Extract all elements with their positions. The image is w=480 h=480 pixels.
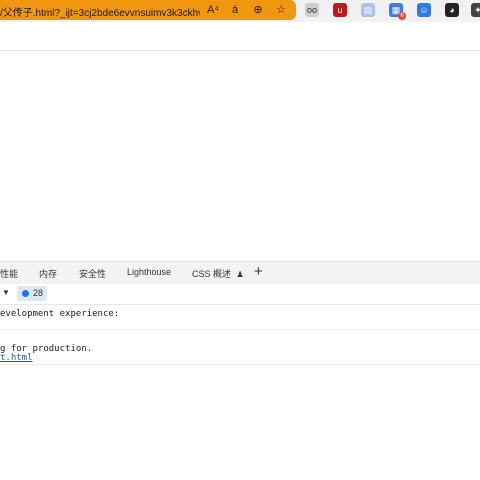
console-divider: [0, 329, 480, 330]
translate-icon[interactable]: á: [228, 3, 242, 17]
page-content: [0, 51, 480, 261]
tab-css-overview[interactable]: CSS 概述 ♟: [192, 267, 244, 280]
profile-extension-icon[interactable]: ☺: [417, 3, 431, 17]
issue-icon: [22, 290, 29, 297]
dropdown-caret-icon[interactable]: ▼: [2, 288, 10, 297]
address-bar[interactable]: /父传子.html?_ijt=3cj2bde6evvnsuimv3k3ckhvu…: [0, 0, 296, 20]
address-url[interactable]: /父传子.html?_ijt=3cj2bde6evvnsuimv3k3ckhvu…: [0, 4, 200, 19]
face-extension-icon[interactable]: ◕: [445, 3, 459, 17]
console-source-link[interactable]: t.html: [0, 353, 480, 363]
game-extension-icon[interactable]: ✦: [471, 3, 480, 17]
add-tab-button[interactable]: +: [254, 264, 263, 280]
tab-css-overview-label: CSS 概述: [192, 269, 232, 279]
experiment-flask-icon: ♟: [236, 270, 244, 279]
issues-count: 28: [33, 288, 44, 298]
tab-performance[interactable]: 性能: [0, 267, 18, 280]
read-aloud-icon[interactable]: A⁴: [206, 3, 220, 17]
devtools-tab-bar: 性能 内存 安全性 Lighthouse CSS 概述 ♟ +: [0, 261, 480, 285]
secondary-toolbar: [0, 22, 480, 51]
console-toolbar: ▼ 28: [0, 284, 480, 305]
ublock-extension-icon[interactable]: u: [333, 3, 347, 17]
source-link[interactable]: t.html: [0, 353, 33, 363]
favorite-icon[interactable]: ☆: [274, 3, 288, 17]
console-divider: [0, 364, 480, 365]
browser-toolbar: /父传子.html?_ijt=3cj2bde6evvnsuimv3k3ckhvu…: [0, 0, 480, 22]
extension-badge: 6: [398, 12, 406, 20]
owl-extension-icon[interactable]: oo: [305, 3, 319, 17]
console-message: evelopment experience:: [0, 309, 120, 319]
tab-security[interactable]: 安全性: [79, 267, 106, 280]
tab-lighthouse[interactable]: Lighthouse: [127, 267, 171, 277]
folder-extension-icon[interactable]: ▤: [361, 3, 375, 17]
zoom-icon[interactable]: ⊕: [251, 3, 265, 17]
tab-memory[interactable]: 内存: [39, 267, 57, 280]
grid-extension-icon[interactable]: ▦ 6: [389, 3, 406, 20]
issues-badge[interactable]: 28: [17, 286, 47, 301]
